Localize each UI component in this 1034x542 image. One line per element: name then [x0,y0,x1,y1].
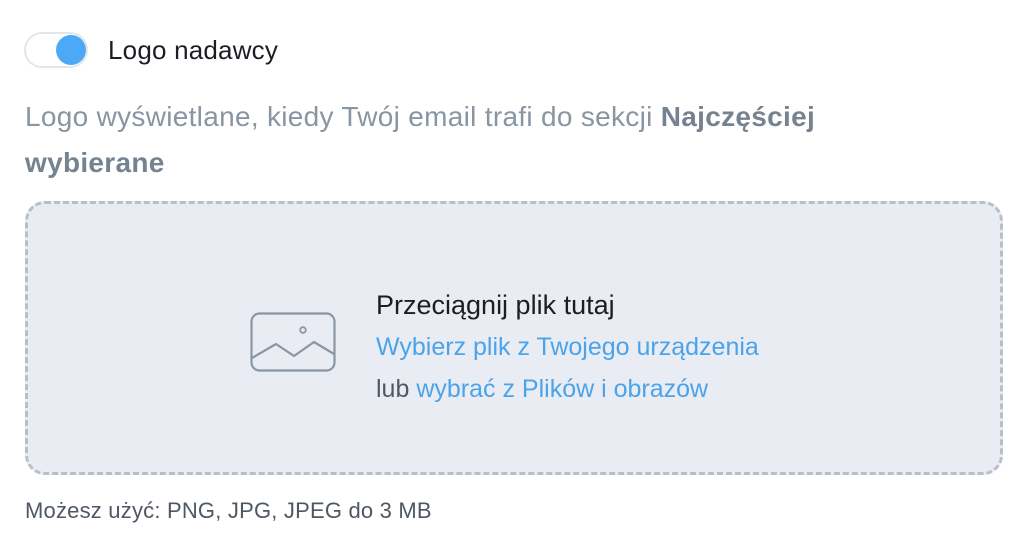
file-format-hint: Możesz użyć: PNG, JPG, JPEG do 3 MB [25,498,432,523]
description-text: Logo wyświetlane, kiedy Twój email trafi… [25,94,925,186]
description-plain: Logo wyświetlane, kiedy Twój email trafi… [25,101,661,132]
dropzone-text: Przeciągnij plik tutaj Wybierz plik z Tw… [376,284,759,410]
choose-from-device-link[interactable]: Wybierz plik z Twojego urządzenia [376,326,759,368]
image-icon [250,312,336,377]
dropzone-title: Przeciągnij plik tutaj [376,290,615,320]
or-text: lub [376,375,410,403]
toggle-knob [56,35,86,65]
sender-logo-toggle-row: Logo nadawcy [24,30,278,70]
choose-from-library-link[interactable]: wybrać z Plików i obrazów [416,375,708,403]
file-dropzone[interactable]: Przeciągnij plik tutaj Wybierz plik z Tw… [25,201,1003,475]
toggle-label: Logo nadawcy [108,34,279,65]
library-line: lub wybrać z Plików i obrazów [376,368,759,410]
sender-logo-toggle[interactable] [24,32,88,68]
